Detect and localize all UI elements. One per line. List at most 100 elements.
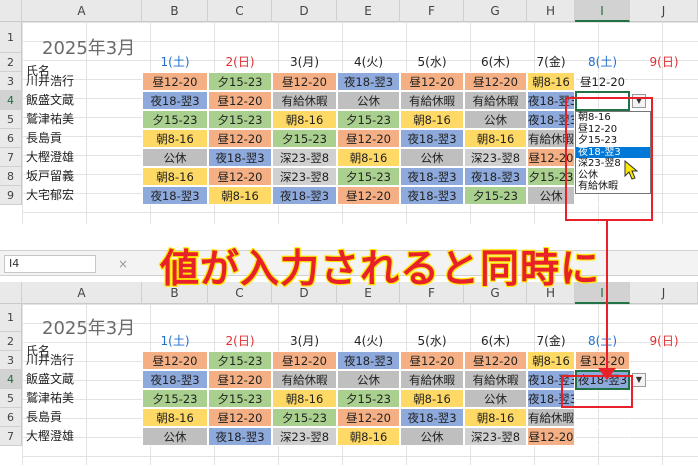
column-header-h[interactable]: H (527, 0, 575, 22)
employee-name[interactable]: 飯盛文蔵 (22, 91, 142, 110)
cancel-icon[interactable]: × (118, 255, 128, 273)
shift-cell[interactable]: 昼12-20 (208, 370, 272, 389)
shift-cell[interactable]: 深23-翌8 (464, 148, 527, 167)
shift-cell[interactable]: 朝8-16 (337, 148, 400, 167)
shift-cell[interactable]: 昼12-20 (142, 351, 208, 370)
row-header-9[interactable]: 9 (0, 186, 22, 205)
row-header-6[interactable]: 6 (0, 129, 22, 148)
name-box[interactable]: I4 (4, 255, 96, 273)
row-header-2[interactable]: 2 (0, 332, 22, 351)
shift-cell[interactable]: 昼12-20 (337, 408, 400, 427)
shift-cell[interactable]: 夜18-翌3 (142, 91, 208, 110)
shift-cell[interactable]: 昼12-20 (527, 427, 575, 446)
shift-cell[interactable]: 朝8-16 (527, 351, 575, 370)
shift-cell[interactable]: 朝8-16 (142, 129, 208, 148)
column-header-g[interactable]: G (464, 0, 527, 22)
employee-name[interactable]: 鷲津祐美 (22, 389, 142, 408)
row-header-5[interactable]: 5 (0, 110, 22, 129)
dropdown-arrow-icon[interactable]: ▼ (632, 373, 646, 387)
column-header-a[interactable]: A (22, 282, 142, 304)
shift-cell[interactable]: 公休 (400, 148, 464, 167)
row-header-3[interactable]: 3 (0, 72, 22, 91)
row-header-4[interactable]: 4 (0, 370, 22, 389)
shift-cell[interactable]: 夕15-23 (208, 110, 272, 129)
select-all-corner[interactable] (0, 0, 22, 22)
shift-cell[interactable]: 夜18-翌3 (400, 129, 464, 148)
shift-cell[interactable]: 昼12-20 (337, 129, 400, 148)
shift-cell[interactable]: 夜18-翌3 (337, 351, 400, 370)
row-header-5[interactable]: 5 (0, 389, 22, 408)
employee-name[interactable]: 大樫澄雄 (22, 148, 142, 167)
employee-name[interactable]: 長島貢 (22, 129, 142, 148)
row-header-1[interactable]: 1 (0, 304, 22, 332)
shift-cell[interactable]: 昼12-20 (208, 91, 272, 110)
shift-cell[interactable]: 夕15-23 (337, 110, 400, 129)
column-header-b[interactable]: B (142, 0, 208, 22)
employee-name[interactable]: 大樫澄雄 (22, 427, 142, 446)
employee-name[interactable]: 鷲津祐美 (22, 110, 142, 129)
shift-cell[interactable]: 深23-翌8 (272, 427, 337, 446)
shift-cell[interactable]: 朝8-16 (527, 72, 575, 91)
row-header-7[interactable]: 7 (0, 427, 22, 446)
shift-cell[interactable]: 公休 (142, 148, 208, 167)
column-header-j[interactable]: J (630, 282, 698, 304)
shift-cell[interactable]: 昼12-20 (142, 72, 208, 91)
shift-cell[interactable]: 有給休暇 (464, 370, 527, 389)
shift-cell[interactable]: 夜18-翌3 (142, 186, 208, 205)
shift-cell[interactable]: 夜18-翌3 (400, 408, 464, 427)
shift-cell[interactable]: 夜18-翌3 (400, 167, 464, 186)
row-header-8[interactable]: 8 (0, 167, 22, 186)
shift-cell[interactable]: 昼12-20 (464, 351, 527, 370)
shift-cell[interactable]: 夜18-翌3 (208, 148, 272, 167)
shift-cell[interactable]: 夜18-翌3 (208, 427, 272, 446)
shift-cell[interactable]: 夕15-23 (464, 186, 527, 205)
select-all-corner[interactable] (0, 282, 22, 304)
row-header-6[interactable]: 6 (0, 408, 22, 427)
shift-cell[interactable]: 昼12-20 (272, 351, 337, 370)
column-header-c[interactable]: C (208, 0, 272, 22)
column-header-a[interactable]: A (22, 0, 142, 22)
row-header-1[interactable]: 1 (0, 22, 22, 53)
shift-cell[interactable] (575, 427, 630, 446)
employee-name[interactable]: 長島貢 (22, 408, 142, 427)
shift-cell[interactable]: 深23-翌8 (272, 167, 337, 186)
shift-cell[interactable]: 昼12-20 (208, 408, 272, 427)
shift-cell[interactable]: 昼12-20 (464, 72, 527, 91)
shift-cell[interactable]: 深23-翌8 (464, 427, 527, 446)
shift-cell[interactable]: 朝8-16 (272, 110, 337, 129)
shift-cell[interactable]: 朝8-16 (142, 167, 208, 186)
shift-cell[interactable]: 公休 (142, 427, 208, 446)
shift-cell[interactable]: 夕15-23 (142, 110, 208, 129)
shift-cell[interactable] (575, 408, 630, 427)
shift-cell[interactable]: 昼12-20 (272, 72, 337, 91)
shift-cell[interactable]: 昼12-20 (337, 186, 400, 205)
shift-cell[interactable]: 深23-翌8 (272, 148, 337, 167)
shift-cell[interactable]: 昼12-20 (208, 167, 272, 186)
shift-cell[interactable]: 朝8-16 (464, 408, 527, 427)
shift-cell[interactable]: 夜18-翌3 (464, 167, 527, 186)
row-header-3[interactable]: 3 (0, 351, 22, 370)
shift-cell[interactable]: 朝8-16 (337, 427, 400, 446)
column-header-f[interactable]: F (400, 0, 464, 22)
shift-cell[interactable]: 夕15-23 (272, 129, 337, 148)
row-header-4[interactable]: 4 (0, 91, 22, 110)
shift-cell[interactable]: 公休 (400, 427, 464, 446)
shift-cell[interactable]: 夕15-23 (272, 408, 337, 427)
shift-cell[interactable]: 公休 (464, 389, 527, 408)
shift-cell[interactable]: 朝8-16 (272, 389, 337, 408)
row-header-7[interactable]: 7 (0, 148, 22, 167)
column-header-j[interactable]: J (630, 0, 698, 22)
shift-cell[interactable]: 公休 (337, 370, 400, 389)
shift-cell[interactable]: 有給休暇 (400, 91, 464, 110)
employee-name[interactable]: 川井浩行 (22, 72, 142, 91)
shift-cell[interactable]: 朝8-16 (464, 129, 527, 148)
shift-cell[interactable]: 昼12-20 (208, 129, 272, 148)
shift-cell[interactable]: 夜18-翌3 (337, 72, 400, 91)
shift-cell[interactable]: 有給休暇 (464, 91, 527, 110)
employee-name[interactable]: 坂戸留義 (22, 167, 142, 186)
shift-cell[interactable]: 昼12-20 (575, 72, 630, 91)
shift-cell[interactable]: 朝8-16 (400, 389, 464, 408)
employee-name[interactable]: 川井浩行 (22, 351, 142, 370)
shift-cell[interactable]: 夕15-23 (337, 389, 400, 408)
shift-cell[interactable]: 夕15-23 (337, 167, 400, 186)
